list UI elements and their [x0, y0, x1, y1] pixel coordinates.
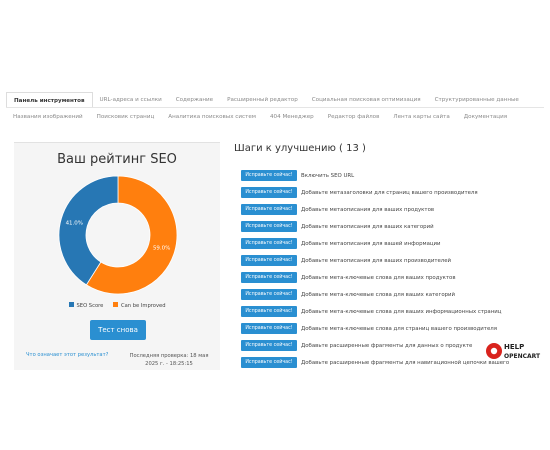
slice-label-improve: 59.0% — [153, 246, 170, 252]
fix-now-button[interactable]: Исправьте сейчас! — [241, 187, 297, 198]
chart-legend: SEO Score Can be Improved — [14, 302, 220, 309]
tabs-row-2: Названия изображений Поисковик страниц А… — [6, 109, 550, 125]
fix-now-button[interactable]: Исправьте сейчас! — [241, 357, 297, 368]
tab-advanced-editor[interactable]: Расширенный редактор — [220, 92, 305, 108]
step-item: Исправьте сейчас! Добавьте мета-ключевые … — [241, 305, 501, 318]
step-text: Добавьте метазаголовки для страниц вашег… — [301, 189, 478, 196]
step-item: Исправьте сейчас! Добавьте метаописания д… — [241, 254, 451, 267]
tab-documentation[interactable]: Документация — [457, 109, 514, 125]
tab-structured-data[interactable]: Структурированные данные — [428, 92, 526, 108]
step-item: Исправьте сейчас! Добавьте мета-ключевые … — [241, 288, 455, 301]
help-opencart-logo: HELP OPENCART — [486, 343, 541, 360]
fix-now-button[interactable]: Исправьте сейчас! — [241, 170, 297, 181]
step-item: Исправьте сейчас! Добавьте мета-ключевые … — [241, 322, 497, 335]
step-item: Исправьте сейчас! Добавьте расширенные фр… — [241, 356, 509, 369]
tab-sitemap-feed[interactable]: Лента карты сайта — [386, 109, 456, 125]
slice-label-seo: 41.0% — [66, 220, 83, 226]
legend-item-improve: Can be Improved — [113, 302, 166, 309]
legend-swatch-improve — [113, 302, 118, 307]
tab-file-editor[interactable]: Редактор файлов — [321, 109, 387, 125]
tab-image-titles[interactable]: Названия изображений — [6, 109, 90, 125]
tab-page-finder[interactable]: Поисковик страниц — [90, 109, 162, 125]
legend-swatch-seo — [68, 302, 74, 307]
tab-dashboard[interactable]: Панель инструментов — [6, 92, 93, 108]
step-text: Добавьте метаописания для ваших производ… — [301, 257, 452, 264]
seo-donut-chart: 59.0% 41.0% — [58, 175, 178, 295]
legend-label-improve: Can be Improved — [121, 302, 166, 309]
seo-score-panel: Ваш рейтинг SEO 59.0% 41.0% SEO Score Can… — [14, 142, 220, 370]
step-item: Исправьте сейчас! Добавьте метазаголовки … — [241, 186, 478, 199]
legend-item-seo: SEO Score — [68, 302, 104, 309]
score-title: Ваш рейтинг SEO — [57, 152, 177, 167]
step-item: Исправьте сейчас! Добавьте метаописания д… — [241, 203, 434, 216]
step-text: Добавьте метаописания для ваших продукто… — [301, 206, 435, 213]
fix-now-button[interactable]: Исправьте сейчас! — [241, 238, 297, 249]
seo-dashboard-frame: Панель инструментов URL-адреса и ссылки … — [0, 84, 550, 370]
step-item: Исправьте сейчас! Включить SEO URL — [241, 169, 354, 182]
tabs-row-1: Панель инструментов URL-адреса и ссылки … — [6, 92, 550, 108]
fix-now-button[interactable]: Исправьте сейчас! — [241, 272, 297, 283]
fix-now-button[interactable]: Исправьте сейчас! — [241, 306, 297, 317]
svg-text:HELP: HELP — [504, 343, 524, 351]
step-text: Добавьте мета-ключевые слова для ваших к… — [301, 291, 456, 298]
legend-label-seo: SEO Score — [76, 302, 104, 309]
what-means-link[interactable]: Что означает этот результат? — [26, 352, 108, 358]
fix-now-button[interactable]: Исправьте сейчас! — [241, 340, 297, 351]
svg-text:OPENCART: OPENCART — [504, 353, 541, 360]
step-text: Добавьте мета-ключевые слова для ваших и… — [301, 308, 502, 315]
step-text: Добавьте метаописания для вашей информац… — [301, 240, 441, 247]
tab-404-manager[interactable]: 404 Менеджер — [263, 109, 321, 125]
step-text: Добавьте мета-ключевые слова для страниц… — [301, 325, 497, 332]
step-item: Исправьте сейчас! Добавьте мета-ключевые … — [241, 271, 456, 284]
tab-content[interactable]: Содержание — [169, 92, 220, 108]
step-text: Добавьте метаописания для ваших категори… — [301, 223, 434, 230]
fix-now-button[interactable]: Исправьте сейчас! — [241, 289, 297, 300]
step-text: Добавьте расширенные фрагменты для навиг… — [301, 359, 510, 366]
tabs-divider — [6, 107, 544, 108]
fix-now-button[interactable]: Исправьте сейчас! — [241, 221, 297, 232]
tab-urls[interactable]: URL-адреса и ссылки — [93, 92, 169, 108]
step-item: Исправьте сейчас! Добавьте метаописания д… — [241, 220, 434, 233]
step-item: Исправьте сейчас! Добавьте расширенные фр… — [241, 339, 472, 352]
retest-button[interactable]: Тест снова — [90, 320, 146, 340]
tab-search-analytics[interactable]: Аналитика поисковых систем — [161, 109, 263, 125]
step-text: Включить SEO URL — [301, 172, 355, 179]
step-item: Исправьте сейчас! Добавьте метаописания д… — [241, 237, 441, 250]
tab-social-seo[interactable]: Социальная поисковая оптимизация — [305, 92, 428, 108]
fix-now-button[interactable]: Исправьте сейчас! — [241, 204, 297, 215]
fix-now-button[interactable]: Исправьте сейчас! — [241, 255, 297, 266]
steps-title: Шаги к улучшению ( 13 ) — [234, 143, 366, 154]
step-text: Добавьте расширенные фрагменты для данны… — [301, 342, 473, 349]
last-check-text: Последняя проверка: 18 мая 2025 г. - 18:… — [129, 353, 209, 367]
fix-now-button[interactable]: Исправьте сейчас! — [241, 323, 297, 334]
step-text: Добавьте мета-ключевые слова для ваших п… — [301, 274, 456, 281]
